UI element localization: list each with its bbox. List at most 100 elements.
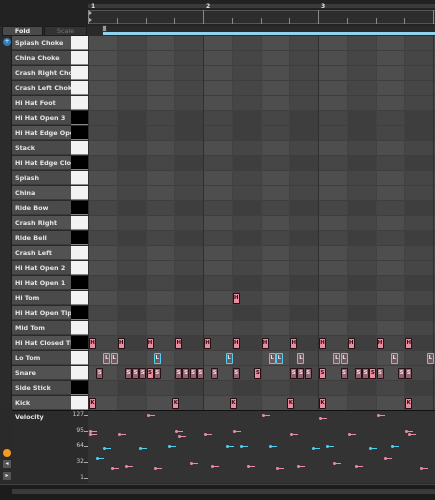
velocity-handle[interactable] bbox=[247, 464, 251, 468]
note-lane-lo-tom[interactable] bbox=[88, 351, 435, 366]
piano-key-ride-bell[interactable] bbox=[71, 231, 88, 245]
velocity-handle[interactable] bbox=[178, 434, 182, 438]
midi-note-lo-tom[interactable]: L bbox=[275, 353, 283, 364]
pitch-label-side-stick[interactable]: Side Stick bbox=[12, 381, 71, 395]
pitch-label-crash-left-choke[interactable]: Crash Left Choke bbox=[12, 81, 76, 95]
note-lane-hi-tom[interactable] bbox=[88, 291, 435, 306]
velocity-handle[interactable] bbox=[354, 464, 358, 468]
note-lane-hi-hat-foot[interactable] bbox=[88, 96, 435, 111]
piano-key-china[interactable] bbox=[71, 186, 88, 200]
fold-button[interactable]: Fold bbox=[2, 26, 43, 36]
velocity-handle[interactable] bbox=[153, 467, 157, 471]
pitch-label-hi-hat-closed-tip[interactable]: Hi Hat Closed Tip bbox=[12, 336, 77, 350]
velocity-handle[interactable] bbox=[189, 462, 193, 466]
midi-note-snare[interactable]: S bbox=[254, 368, 262, 379]
piano-key-crash-left[interactable] bbox=[71, 246, 88, 260]
clip-start-marker[interactable] bbox=[102, 25, 107, 32]
note-lane-kick[interactable] bbox=[88, 396, 435, 411]
midi-note-hi-hat-closed-tip[interactable]: H bbox=[290, 338, 298, 349]
midi-note-hi-hat-closed-tip[interactable]: H bbox=[376, 338, 384, 349]
midi-note-lo-tom[interactable]: L bbox=[268, 353, 276, 364]
scrollbar-thumb[interactable] bbox=[12, 489, 435, 494]
piano-key-splash[interactable] bbox=[71, 171, 88, 185]
collapse-lane-icon[interactable]: ◂ bbox=[3, 460, 11, 468]
note-lane-splash-choke[interactable] bbox=[88, 36, 435, 51]
midi-note-snare[interactable]: S bbox=[182, 368, 190, 379]
piano-key-crash-right[interactable] bbox=[71, 216, 88, 230]
bar-ruler[interactable] bbox=[88, 10, 435, 24]
note-lane-hi-hat-edge-closed[interactable] bbox=[88, 156, 435, 171]
pitch-label-snare[interactable]: Snare bbox=[12, 366, 71, 380]
note-lane-china[interactable] bbox=[88, 186, 435, 201]
midi-note-snare[interactable]: S bbox=[196, 368, 204, 379]
velocity-handle[interactable] bbox=[124, 464, 128, 468]
note-lane-hi-hat-open-3[interactable] bbox=[88, 111, 435, 126]
piano-key-china-choke[interactable] bbox=[71, 51, 88, 65]
preview-icon[interactable]: + bbox=[3, 38, 11, 46]
piano-key-ride-bow[interactable] bbox=[71, 201, 88, 215]
midi-note-snare[interactable]: S bbox=[290, 368, 298, 379]
velocity-randomize-icon[interactable] bbox=[3, 449, 11, 457]
midi-note-hi-hat-closed-tip[interactable]: H bbox=[319, 338, 326, 349]
midi-note-hi-hat-closed-tip[interactable]: H bbox=[89, 338, 96, 349]
midi-note-snare[interactable]: S bbox=[319, 368, 326, 379]
pitch-label-crash-right[interactable]: Crash Right bbox=[12, 216, 71, 230]
velocity-handle[interactable] bbox=[261, 414, 265, 417]
midi-note-lo-tom[interactable]: L bbox=[340, 353, 348, 364]
note-lane-china-choke[interactable] bbox=[88, 51, 435, 66]
pitch-label-kick[interactable]: Kick bbox=[12, 396, 71, 410]
midi-note-hi-hat-closed-tip[interactable]: H bbox=[146, 338, 154, 349]
note-lane-crash-right[interactable] bbox=[88, 216, 435, 231]
lane-toggle-icon[interactable]: ▸ bbox=[3, 472, 11, 480]
midi-note-lo-tom[interactable]: L bbox=[153, 353, 161, 364]
midi-note-kick[interactable]: K bbox=[319, 398, 326, 409]
midi-note-snare[interactable]: S bbox=[96, 368, 104, 379]
midi-note-snare[interactable]: S bbox=[189, 368, 197, 379]
midi-note-lo-tom[interactable]: L bbox=[103, 353, 111, 364]
midi-note-snare[interactable]: S bbox=[132, 368, 140, 379]
midi-note-kick[interactable]: K bbox=[89, 398, 96, 409]
note-lane-crash-left-choke[interactable] bbox=[88, 81, 435, 96]
midi-note-snare[interactable]: S bbox=[362, 368, 370, 379]
midi-note-kick[interactable]: K bbox=[405, 398, 413, 409]
midi-note-kick[interactable]: K bbox=[172, 398, 180, 409]
piano-key-hi-hat-open-2[interactable] bbox=[71, 261, 88, 275]
midi-note-snare[interactable]: S bbox=[304, 368, 312, 379]
note-lane-ride-bow[interactable] bbox=[88, 201, 435, 216]
midi-note-snare[interactable]: S bbox=[369, 368, 377, 379]
midi-note-snare[interactable]: S bbox=[297, 368, 305, 379]
note-lane-side-stick[interactable] bbox=[88, 381, 435, 396]
velocity-handle[interactable] bbox=[211, 464, 215, 468]
pitch-label-hi-hat-open-1[interactable]: Hi Hat Open 1 bbox=[12, 276, 71, 290]
midi-note-snare[interactable]: S bbox=[175, 368, 183, 379]
midi-note-lo-tom[interactable]: L bbox=[390, 353, 398, 364]
note-lane-mid-tom[interactable] bbox=[88, 321, 435, 336]
midi-note-hi-hat-closed-tip[interactable]: H bbox=[175, 338, 183, 349]
pitch-label-hi-hat-edge-open[interactable]: Hi Hat Edge Open bbox=[12, 126, 79, 140]
note-lane-hi-hat-open-1[interactable] bbox=[88, 276, 435, 291]
piano-key-crash-left-choke[interactable] bbox=[71, 81, 88, 95]
note-lane-hi-hat-open-2[interactable] bbox=[88, 261, 435, 276]
note-lane-crash-left[interactable] bbox=[88, 246, 435, 261]
piano-key-mid-tom[interactable] bbox=[71, 321, 88, 335]
piano-key-lo-tom[interactable] bbox=[71, 351, 88, 365]
velocity-handle[interactable] bbox=[419, 467, 423, 471]
midi-note-snare[interactable]: S bbox=[405, 368, 413, 379]
loop-bar[interactable] bbox=[88, 4, 435, 8]
midi-note-kick[interactable]: K bbox=[229, 398, 237, 409]
piano-key-hi-hat-open-3[interactable] bbox=[71, 111, 88, 125]
midi-note-lo-tom[interactable]: L bbox=[225, 353, 233, 364]
midi-note-kick[interactable]: K bbox=[287, 398, 295, 409]
midi-note-snare[interactable]: S bbox=[340, 368, 348, 379]
piano-key-hi-hat-open-1[interactable] bbox=[71, 276, 88, 290]
piano-key-hi-hat-edge-closed[interactable] bbox=[71, 156, 88, 170]
note-lane-hi-hat-open-tip[interactable] bbox=[88, 306, 435, 321]
pitch-label-crash-left[interactable]: Crash Left bbox=[12, 246, 71, 260]
pitch-label-hi-hat-open-3[interactable]: Hi Hat Open 3 bbox=[12, 111, 71, 125]
midi-note-snare[interactable]: S bbox=[398, 368, 406, 379]
midi-note-snare[interactable]: S bbox=[211, 368, 219, 379]
velocity-handle[interactable] bbox=[376, 414, 380, 417]
pitch-label-hi-hat-foot[interactable]: Hi Hat Foot bbox=[12, 96, 71, 110]
piano-key-splash-choke[interactable] bbox=[71, 36, 88, 50]
piano-key-stack[interactable] bbox=[71, 141, 88, 155]
